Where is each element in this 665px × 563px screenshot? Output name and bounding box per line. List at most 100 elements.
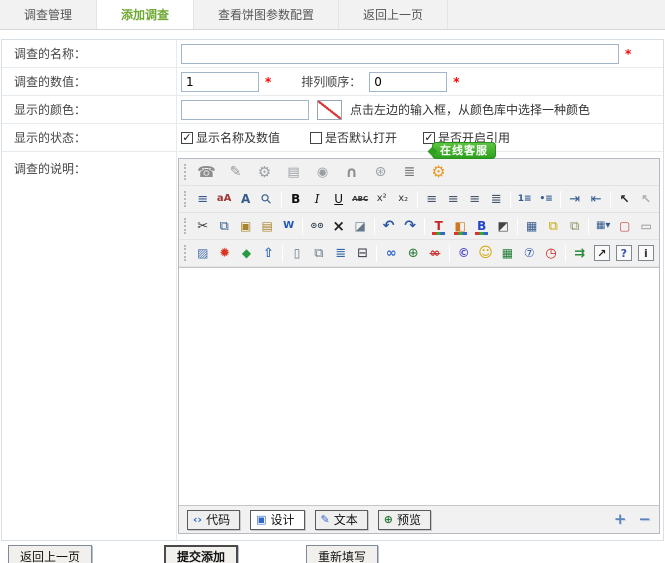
unordered-list-icon[interactable]: •≡ bbox=[536, 189, 556, 210]
fullscreen-icon[interactable]: ↗ bbox=[594, 245, 610, 261]
indent-decrease-icon[interactable]: ⇤ bbox=[586, 189, 606, 210]
mode-code-button[interactable]: ‹›代码 bbox=[187, 510, 240, 530]
select-arrow-icon[interactable]: ↖ bbox=[615, 189, 635, 210]
copy-icon[interactable]: ⧉ bbox=[214, 216, 234, 237]
strikethrough-icon[interactable]: ABC bbox=[350, 189, 370, 210]
insert-table-icon[interactable]: ▦▾ bbox=[593, 216, 613, 237]
font-name-icon[interactable]: aA bbox=[214, 189, 234, 210]
reset-button[interactable]: 重新填写 bbox=[306, 545, 378, 563]
info-icon[interactable]: i bbox=[638, 245, 654, 261]
cut-icon[interactable]: ✂ bbox=[193, 216, 213, 237]
toolbar-separator bbox=[374, 218, 375, 235]
checkbox-default-open[interactable]: 是否默认打开 bbox=[310, 129, 397, 146]
media-icon[interactable]: ◆ bbox=[237, 243, 257, 264]
align-right-icon[interactable]: ≡ bbox=[465, 189, 485, 210]
undo-icon[interactable]: ↶ bbox=[379, 216, 399, 237]
mode-text-button[interactable]: ✎文本 bbox=[315, 510, 368, 530]
tab-back[interactable]: 返回上一页 bbox=[339, 0, 448, 29]
survey-name-input[interactable] bbox=[181, 44, 619, 64]
toolbar-grip-icon[interactable] bbox=[184, 164, 187, 180]
editor-content-area[interactable] bbox=[179, 267, 659, 506]
color-swatch-icon[interactable] bbox=[317, 100, 342, 120]
bg-color-icon[interactable]: B bbox=[472, 216, 492, 237]
marquee-icon[interactable]: ⊟ bbox=[353, 243, 373, 264]
export-icon[interactable]: ⇉ bbox=[570, 243, 590, 264]
help-icon[interactable]: ? bbox=[616, 245, 632, 261]
gradient-icon[interactable]: ◩ bbox=[493, 216, 513, 237]
sort-order-input[interactable] bbox=[369, 72, 447, 92]
gear-icon[interactable]: ⚙ bbox=[252, 162, 277, 183]
back-button[interactable]: 返回上一页 bbox=[8, 545, 92, 563]
phone-icon[interactable]: ☎ bbox=[194, 162, 219, 183]
toolbar-grip-icon[interactable] bbox=[184, 191, 187, 207]
paste-word-icon[interactable]: W bbox=[279, 216, 299, 237]
disc-icon[interactable]: ◉ bbox=[310, 162, 335, 183]
mode-preview-button[interactable]: ⊕预览 bbox=[378, 510, 431, 530]
paste-icon[interactable]: ▣ bbox=[236, 216, 256, 237]
survey-value-input[interactable] bbox=[181, 72, 259, 92]
zoom-icon[interactable]: ⚲ bbox=[253, 185, 282, 214]
anchor-icon[interactable]: © bbox=[454, 243, 474, 264]
send-back-icon[interactable]: ⧉ bbox=[565, 216, 585, 237]
row-dashed-icon[interactable]: ▭ bbox=[636, 216, 656, 237]
online-service-badge[interactable]: 在线客服 bbox=[432, 142, 496, 159]
toolbar-grip-icon[interactable] bbox=[184, 218, 187, 234]
headset-icon[interactable]: ∩ bbox=[339, 162, 364, 183]
table-dashed-icon[interactable]: ▢ bbox=[615, 216, 635, 237]
fill-color-icon[interactable]: ◧ bbox=[450, 216, 470, 237]
submit-add-button[interactable]: 提交添加 bbox=[164, 545, 238, 563]
panel-icon[interactable]: ▤ bbox=[281, 162, 306, 183]
editor-shrink-icon[interactable]: − bbox=[638, 512, 651, 527]
delete-icon[interactable]: × bbox=[329, 216, 349, 237]
excel-icon[interactable]: ▦ bbox=[498, 243, 518, 264]
emoticon-icon[interactable]: ☺ bbox=[476, 243, 496, 264]
underline-icon[interactable]: U bbox=[329, 189, 349, 210]
mode-design-button[interactable]: ▣设计 bbox=[250, 510, 304, 530]
toolbar-separator bbox=[449, 245, 450, 262]
sliders-icon[interactable]: ≣ bbox=[397, 162, 422, 183]
paste-text-icon[interactable]: ▤ bbox=[257, 216, 277, 237]
image-icon[interactable]: ▨ bbox=[193, 243, 213, 264]
paragraph-format-icon[interactable]: ≡ bbox=[193, 189, 213, 210]
align-center-icon[interactable]: ≡ bbox=[443, 189, 463, 210]
justify-icon[interactable]: ≣ bbox=[486, 189, 506, 210]
toolbar-grip-icon[interactable] bbox=[184, 245, 187, 261]
font-color-icon[interactable]: T bbox=[429, 216, 449, 237]
bubbles-icon[interactable]: ⊛ bbox=[368, 162, 393, 183]
tab-survey-management[interactable]: 调查管理 bbox=[0, 0, 97, 29]
horizontal-rule-icon[interactable]: ≣ bbox=[331, 243, 351, 264]
weblink-icon[interactable]: ∞ bbox=[381, 243, 401, 264]
bring-front-icon[interactable]: ⧉ bbox=[543, 216, 563, 237]
outline-border-icon[interactable]: ▦ bbox=[522, 216, 542, 237]
stamp-icon[interactable]: ✎ bbox=[223, 162, 248, 183]
subscript-icon[interactable]: x₂ bbox=[393, 189, 413, 210]
find-icon[interactable]: ⊙⊙ bbox=[307, 216, 327, 237]
checkbox-default-open-box[interactable] bbox=[310, 132, 322, 144]
upload-icon[interactable]: ⇧ bbox=[258, 243, 278, 264]
tab-pie-chart-config[interactable]: 查看饼图参数配置 bbox=[194, 0, 339, 29]
unlink-icon[interactable]: ∞ bbox=[425, 243, 445, 264]
clock-icon[interactable]: ◷ bbox=[541, 243, 561, 264]
italic-icon[interactable]: I bbox=[307, 189, 327, 210]
superscript-icon[interactable]: x² bbox=[372, 189, 392, 210]
display-color-input[interactable] bbox=[181, 100, 309, 120]
new-doc-icon[interactable]: ▯ bbox=[287, 243, 307, 264]
align-left-icon[interactable]: ≡ bbox=[422, 189, 442, 210]
indent-increase-icon[interactable]: ⇥ bbox=[565, 189, 585, 210]
ordered-list-icon[interactable]: 1≡ bbox=[515, 189, 535, 210]
redo-icon[interactable]: ↷ bbox=[400, 216, 420, 237]
checkbox-show-name-and-value[interactable]: ✓显示名称及数值 bbox=[181, 129, 280, 146]
checkbox-show-name-and-value-box[interactable]: ✓ bbox=[181, 132, 193, 144]
bold-icon[interactable]: B bbox=[286, 189, 306, 210]
select-dotted-arrow-icon[interactable]: ↖ bbox=[636, 189, 656, 210]
gear-orange-icon[interactable]: ⚙ bbox=[426, 162, 451, 183]
doc-copy-icon[interactable]: ⧉ bbox=[309, 243, 329, 264]
flash-icon[interactable]: ✹ bbox=[215, 243, 235, 264]
globe-link-icon[interactable]: ⊕ bbox=[403, 243, 423, 264]
tab-add-survey[interactable]: 添加调查 bbox=[97, 0, 194, 29]
checkbox-default-open-label: 是否默认打开 bbox=[325, 129, 397, 146]
mode-code-icon: ‹› bbox=[193, 514, 202, 525]
calendar-icon[interactable]: ⑦ bbox=[519, 243, 539, 264]
editor-expand-icon[interactable]: + bbox=[614, 512, 627, 527]
eraser-icon[interactable]: ◪ bbox=[350, 216, 370, 237]
